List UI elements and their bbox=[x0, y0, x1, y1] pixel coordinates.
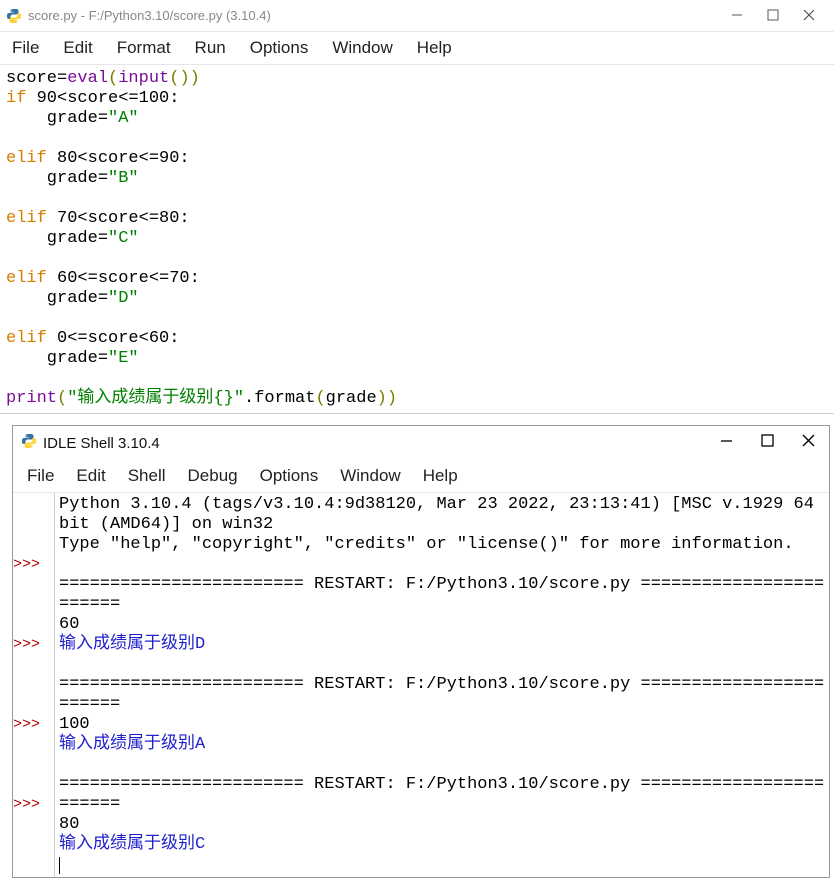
shell-titlebar[interactable]: IDLE Shell 3.10.4 bbox=[13, 426, 829, 460]
shell-menubar: File Edit Shell Debug Options Window Hel… bbox=[13, 460, 829, 493]
shell-output[interactable]: Python 3.10.4 (tags/v3.10.4:9d38120, Mar… bbox=[55, 493, 829, 877]
shell-window: IDLE Shell 3.10.4 File Edit Shell Debug … bbox=[12, 425, 830, 878]
python-icon bbox=[6, 8, 22, 24]
menu-window[interactable]: Window bbox=[340, 466, 400, 486]
menu-run[interactable]: Run bbox=[195, 38, 226, 58]
prompt: >>> bbox=[13, 795, 54, 815]
prompt: >>> bbox=[13, 635, 54, 655]
prompt: >>> bbox=[13, 555, 54, 575]
python-banner-help: Type "help", "copyright", "credits" or "… bbox=[59, 535, 794, 554]
shell-body[interactable]: >>> >>> >>> >>> Python 3.10.4 (tags/v3.1… bbox=[13, 493, 829, 877]
editor-menubar: File Edit Format Run Options Window Help bbox=[0, 32, 834, 65]
restart-line: ======================== RESTART: F:/Pyt… bbox=[59, 575, 824, 614]
editor-titlebar[interactable]: score.py - F:/Python3.10/score.py (3.10.… bbox=[0, 0, 834, 32]
close-icon[interactable] bbox=[802, 434, 815, 452]
menu-edit[interactable]: Edit bbox=[76, 466, 105, 486]
shell-gutter: >>> >>> >>> >>> bbox=[13, 493, 55, 877]
menu-options[interactable]: Options bbox=[250, 38, 309, 58]
menu-debug[interactable]: Debug bbox=[188, 466, 238, 486]
input-value: 80 bbox=[59, 815, 79, 834]
minimize-icon[interactable] bbox=[728, 8, 746, 24]
input-value: 100 bbox=[59, 715, 90, 734]
menu-file[interactable]: File bbox=[12, 38, 39, 58]
maximize-icon[interactable] bbox=[764, 8, 782, 24]
menu-help[interactable]: Help bbox=[417, 38, 452, 58]
menu-help[interactable]: Help bbox=[423, 466, 458, 486]
menu-shell[interactable]: Shell bbox=[128, 466, 166, 486]
output-line: 输入成绩属于级别A bbox=[59, 735, 205, 754]
text-cursor bbox=[59, 857, 60, 874]
menu-format[interactable]: Format bbox=[117, 38, 171, 58]
minimize-icon[interactable] bbox=[720, 434, 733, 452]
output-line: 输入成绩属于级别D bbox=[59, 635, 205, 654]
menu-options[interactable]: Options bbox=[260, 466, 319, 486]
menu-edit[interactable]: Edit bbox=[63, 38, 92, 58]
python-banner: Python 3.10.4 (tags/v3.10.4:9d38120, Mar… bbox=[59, 495, 824, 534]
prompt: >>> bbox=[13, 715, 54, 735]
menu-window[interactable]: Window bbox=[332, 38, 392, 58]
python-icon bbox=[21, 433, 37, 454]
shell-window-controls bbox=[720, 434, 821, 452]
restart-line: ======================== RESTART: F:/Pyt… bbox=[59, 775, 824, 814]
editor-window-controls bbox=[728, 8, 828, 24]
shell-title: IDLE Shell 3.10.4 bbox=[43, 435, 714, 452]
output-line: 输入成绩属于级别C bbox=[59, 835, 205, 854]
menu-file[interactable]: File bbox=[27, 466, 54, 486]
restart-line: ======================== RESTART: F:/Pyt… bbox=[59, 675, 824, 714]
input-value: 60 bbox=[59, 615, 79, 634]
close-icon[interactable] bbox=[800, 8, 818, 24]
code-editor[interactable]: score=eval(input()) if 90<score<=100: gr… bbox=[0, 65, 834, 414]
editor-title: score.py - F:/Python3.10/score.py (3.10.… bbox=[28, 8, 728, 23]
maximize-icon[interactable] bbox=[761, 434, 774, 452]
editor-window: score.py - F:/Python3.10/score.py (3.10.… bbox=[0, 0, 834, 414]
